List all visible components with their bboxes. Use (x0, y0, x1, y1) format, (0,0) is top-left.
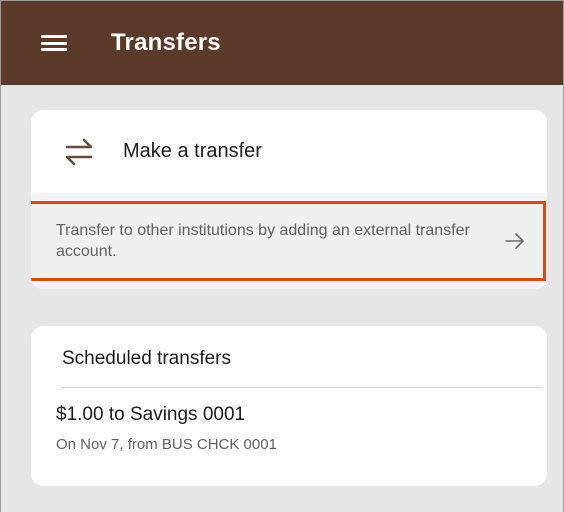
divider (62, 387, 542, 388)
make-transfer-header[interactable]: Make a transfer (31, 110, 547, 193)
app-bar: Transfers (1, 1, 563, 85)
scheduled-transfer-detail: On Nov 7, from BUS CHCK 0001 (56, 436, 277, 453)
scheduled-transfers-card: Scheduled transfers $1.00 to Savings 000… (31, 326, 547, 486)
scheduled-transfers-title: Scheduled transfers (62, 348, 231, 369)
add-external-account-link[interactable]: Transfer to other institutions by adding… (31, 201, 546, 281)
menu-icon[interactable] (41, 33, 67, 53)
external-transfer-row: Transfer to other institutions by adding… (31, 193, 547, 289)
external-transfer-text: Transfer to other institutions by adding… (56, 222, 470, 260)
page-title: Transfers (111, 29, 221, 56)
scheduled-transfer-item[interactable]: $1.00 to Savings 0001 On Nov 7, from BUS… (56, 404, 526, 464)
swap-arrows-icon (65, 138, 93, 165)
app-frame: Transfers Make a transfer Transfer to ot… (0, 0, 564, 512)
make-transfer-card: Make a transfer Transfer to other instit… (31, 110, 547, 289)
scheduled-transfer-amount: $1.00 to Savings 0001 (56, 404, 246, 425)
arrow-right-icon (505, 233, 524, 249)
make-transfer-title: Make a transfer (123, 140, 262, 162)
